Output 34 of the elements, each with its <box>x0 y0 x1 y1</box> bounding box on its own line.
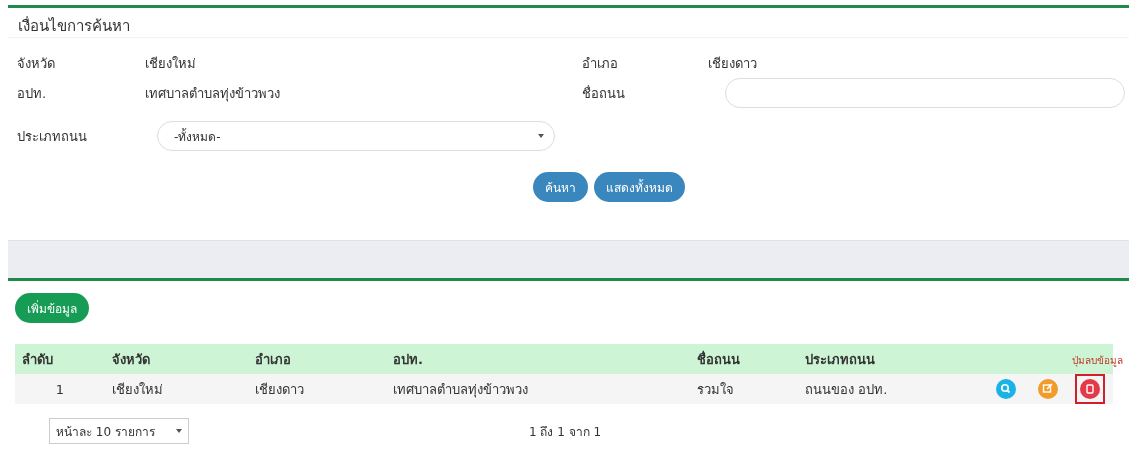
search-button[interactable]: ค้นหา <box>532 172 588 202</box>
trash-icon <box>1080 379 1100 399</box>
delete-button[interactable] <box>1075 374 1105 404</box>
caret-icon <box>176 429 182 433</box>
table-cell: เทศบาลตำบลทุ่งข้าวพวง <box>386 374 690 404</box>
field-value: เชียงใหม่ <box>145 54 196 73</box>
field-label: อำเภอ <box>582 54 619 73</box>
column-header: จังหวัด <box>105 344 248 374</box>
search-icon <box>996 379 1016 399</box>
field-label: อปท. <box>17 84 48 103</box>
column-header: ลำดับ <box>15 344 105 374</box>
edit-icon <box>1038 379 1058 399</box>
pagination-info: 1 ถึง 1 จาก 1 <box>529 423 602 441</box>
column-header: ชื่อถนน <box>690 344 798 374</box>
column-header: อปท. <box>386 344 690 374</box>
field-label: จังหวัด <box>17 54 56 73</box>
field-label: ประเภทถนน <box>17 127 88 146</box>
field-label: ชื่อถนน <box>582 84 626 103</box>
page-size-dropdown[interactable]: หน้าละ 10 รายการ <box>49 418 189 444</box>
column-header: อำเภอ <box>248 344 386 374</box>
caret-icon <box>538 134 544 138</box>
column-header: ประเภทถนน <box>798 344 978 374</box>
table-cell: เชียงดาว <box>248 374 386 404</box>
field-value: เชียงดาว <box>708 54 757 73</box>
panel-title: เงื่อนไขการค้นหา <box>8 8 1129 38</box>
table-cell: รวมใจ <box>690 374 798 404</box>
show-all-button[interactable]: แสดงทั้งหมด <box>593 172 685 202</box>
table-cell: ถนนของ อปท. <box>798 374 978 404</box>
field-value: เทศบาลตำบลทุ่งข้าวพวง <box>145 84 280 104</box>
table-cell: เชียงใหม่ <box>105 374 248 404</box>
road-name-field[interactable] <box>725 78 1125 108</box>
table-cell: 1 <box>15 374 105 404</box>
annotation-label: ปุ่มลบข้อมูล <box>1072 354 1123 368</box>
add-button[interactable]: เพิ่มข้อมูล <box>15 293 89 323</box>
